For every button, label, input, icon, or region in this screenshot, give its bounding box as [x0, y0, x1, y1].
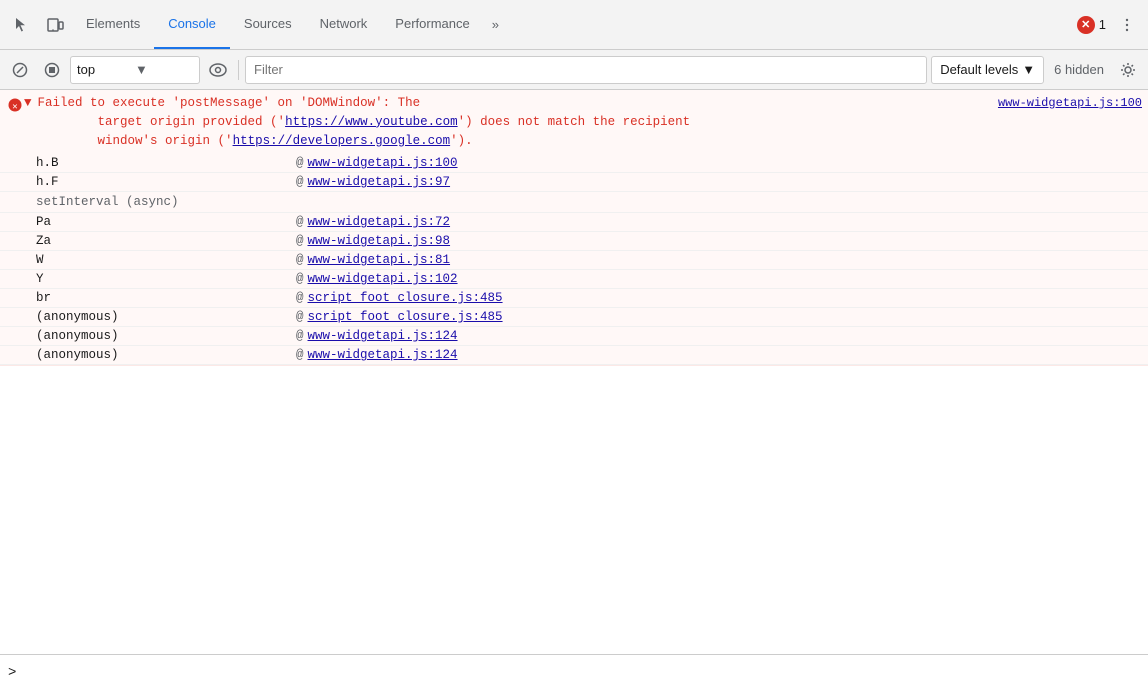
error-block: ✕ ▼ Failed to execute 'postMessage' on '…	[0, 90, 1148, 366]
prompt-caret: >	[8, 665, 16, 681]
error-icon-col: ✕ ▼	[6, 94, 34, 114]
stack-row: (anonymous) @ www-widgetapi.js:124	[0, 346, 1148, 365]
error-message-text: Failed to execute 'postMessage' on 'DOMW…	[38, 94, 994, 150]
hidden-count-badge: 6 hidden	[1048, 62, 1110, 77]
svg-text:✕: ✕	[12, 102, 17, 112]
error-badge[interactable]: ✕ 1	[1077, 16, 1106, 34]
clear-console-btn[interactable]	[6, 56, 34, 84]
stack-link[interactable]: www-widgetapi.js:102	[308, 272, 458, 286]
stack-link[interactable]: www-widgetapi.js:98	[308, 234, 451, 248]
stack-link[interactable]: www-widgetapi.js:81	[308, 253, 451, 267]
cursor-icon-btn[interactable]	[4, 8, 38, 42]
stack-link[interactable]: www-widgetapi.js:124	[308, 348, 458, 362]
error-x-label: ✕	[1081, 18, 1090, 31]
stack-func-label: Za	[36, 234, 296, 248]
console-prompt-bar[interactable]: >	[0, 654, 1148, 690]
console-settings-btn[interactable]	[1114, 56, 1142, 84]
context-arrow-icon: ▼	[135, 62, 193, 77]
error-circle-icon-main: ✕	[6, 96, 24, 114]
context-selector[interactable]: top ▼	[70, 56, 200, 84]
tab-console[interactable]: Console	[154, 0, 230, 49]
stop-messages-btn[interactable]	[38, 56, 66, 84]
stack-row: (anonymous) @ www-widgetapi.js:124	[0, 327, 1148, 346]
stack-func-label: (anonymous)	[36, 310, 296, 324]
console-content: ✕ ▼ Failed to execute 'postMessage' on '…	[0, 90, 1148, 654]
stack-row: Pa @ www-widgetapi.js:72	[0, 213, 1148, 232]
stack-link[interactable]: script_foot_closure.js:485	[308, 310, 503, 324]
stack-func-label: h.B	[36, 156, 296, 170]
error-count-label: 1	[1099, 17, 1106, 32]
stack-func-label: (anonymous)	[36, 329, 296, 343]
stack-row: br @ script_foot_closure.js:485	[0, 289, 1148, 308]
more-tabs-btn[interactable]: »	[484, 0, 507, 49]
stack-link[interactable]: script_foot_closure.js:485	[308, 291, 503, 305]
tab-elements[interactable]: Elements	[72, 0, 154, 49]
stack-func-label: Y	[36, 272, 296, 286]
nav-tabs: Elements Console Sources Network Perform…	[72, 0, 1069, 49]
stack-row: W @ www-widgetapi.js:81	[0, 251, 1148, 270]
stack-func-label: h.F	[36, 175, 296, 189]
stack-async-label: setInterval (async)	[0, 192, 1148, 213]
filter-input[interactable]	[245, 56, 927, 84]
stack-link[interactable]: www-widgetapi.js:100	[308, 156, 458, 170]
stack-row: Y @ www-widgetapi.js:102	[0, 270, 1148, 289]
tab-network[interactable]: Network	[306, 0, 382, 49]
live-expressions-btn[interactable]	[204, 56, 232, 84]
error-main-row: ✕ ▼ Failed to execute 'postMessage' on '…	[0, 90, 1148, 154]
error-expand-toggle[interactable]: ▼	[24, 96, 34, 110]
error-youtube-link[interactable]: https://www.youtube.com	[285, 115, 458, 129]
console-prompt-input[interactable]	[20, 665, 1140, 680]
error-google-link[interactable]: https://developers.google.com	[233, 134, 451, 148]
stack-row: Za @ www-widgetapi.js:98	[0, 232, 1148, 251]
tab-performance[interactable]: Performance	[381, 0, 483, 49]
error-main-source-link[interactable]: www-widgetapi.js:100	[998, 94, 1142, 110]
devtools-menu-btn[interactable]	[1110, 8, 1144, 42]
stack-link[interactable]: www-widgetapi.js:124	[308, 329, 458, 343]
stack-func-label: W	[36, 253, 296, 267]
log-levels-selector[interactable]: Default levels ▼	[931, 56, 1044, 84]
stack-row: h.F @ www-widgetapi.js:97	[0, 173, 1148, 192]
stack-func-label: (anonymous)	[36, 348, 296, 362]
stack-func-label: br	[36, 291, 296, 305]
stack-link[interactable]: www-widgetapi.js:72	[308, 215, 451, 229]
stack-row: h.B @ www-widgetapi.js:100	[0, 154, 1148, 173]
devtools-top-nav: Elements Console Sources Network Perform…	[0, 0, 1148, 50]
device-toolbar-btn[interactable]	[38, 8, 72, 42]
console-toolbar: top ▼ Default levels ▼ 6 hidden	[0, 50, 1148, 90]
stack-row: (anonymous) @ script_foot_closure.js:485	[0, 308, 1148, 327]
error-circle-icon: ✕	[1077, 16, 1095, 34]
toolbar-divider	[238, 60, 239, 80]
tab-sources[interactable]: Sources	[230, 0, 306, 49]
stack-link[interactable]: www-widgetapi.js:97	[308, 175, 451, 189]
levels-arrow-icon: ▼	[1022, 62, 1035, 77]
stack-func-label: Pa	[36, 215, 296, 229]
